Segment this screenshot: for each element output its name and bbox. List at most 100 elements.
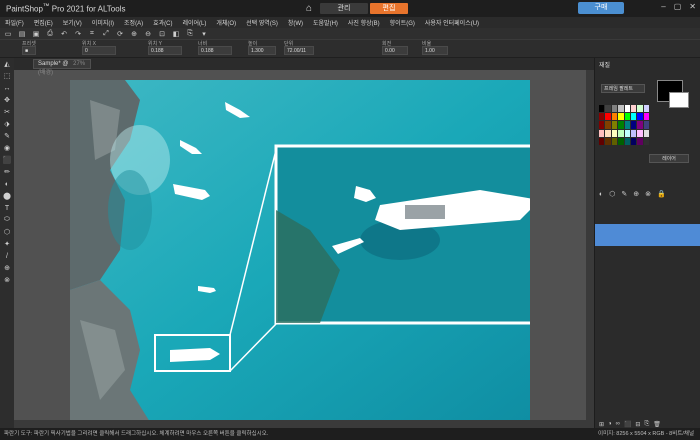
- dodge-tool-icon[interactable]: ◐: [0, 178, 14, 190]
- color-swatch[interactable]: [643, 121, 649, 129]
- color-swatch[interactable]: [624, 129, 630, 137]
- menu-file[interactable]: 파일(F): [0, 18, 29, 27]
- horizontal-scrollbar[interactable]: [14, 420, 594, 428]
- menu-adjust[interactable]: 조정(A): [119, 18, 148, 27]
- color-swatch[interactable]: [599, 129, 605, 137]
- eraser-tool-icon[interactable]: ⊗: [0, 274, 14, 286]
- paint-brush-icon[interactable]: ✎: [0, 130, 14, 142]
- background-color-swatch[interactable]: [669, 92, 689, 108]
- option-field[interactable]: 0.00: [382, 46, 408, 55]
- paste-icon[interactable]: ▾: [200, 30, 208, 38]
- color-swatch[interactable]: [611, 121, 618, 129]
- print-icon[interactable]: ⎙: [46, 30, 54, 38]
- menu-window[interactable]: 창(W): [283, 18, 308, 27]
- color-swatch[interactable]: [618, 129, 624, 137]
- color-swatch[interactable]: [624, 121, 630, 129]
- color-swatch[interactable]: [599, 113, 605, 121]
- straighten-tool-icon[interactable]: ⬗: [0, 118, 14, 130]
- color-swatch[interactable]: [605, 137, 611, 145]
- mask-icon[interactable]: ◑: [608, 421, 612, 427]
- menu-objects[interactable]: 개체(O): [211, 18, 241, 27]
- color-swatch[interactable]: [643, 113, 649, 121]
- minimize-icon[interactable]: –: [661, 2, 665, 11]
- option-field[interactable]: 0.188: [148, 46, 182, 55]
- color-swatch[interactable]: [643, 105, 649, 113]
- rotate-icon[interactable]: ⟳: [116, 30, 124, 38]
- color-swatch[interactable]: [611, 105, 618, 113]
- color-swatch[interactable]: [637, 105, 643, 113]
- resize-icon[interactable]: ⤢: [102, 30, 110, 38]
- redo-icon[interactable]: ↷: [74, 30, 82, 38]
- menu-image[interactable]: 이미지(I): [87, 18, 119, 27]
- option-field[interactable]: 1.300: [248, 46, 276, 55]
- layers-button[interactable]: 레이어: [649, 154, 689, 163]
- magic-wand-icon[interactable]: ✦: [0, 238, 14, 250]
- red-eye-icon[interactable]: ◉: [0, 142, 14, 154]
- vertical-scrollbar[interactable]: [586, 70, 594, 420]
- color-swatch[interactable]: [637, 129, 643, 137]
- color-swatch[interactable]: [630, 137, 637, 145]
- layer-edit-icon[interactable]: ✎: [621, 190, 627, 198]
- crop-tool-icon[interactable]: ✂: [0, 106, 14, 118]
- preset-shape-icon[interactable]: ⬡: [0, 226, 14, 238]
- color-swatch[interactable]: [643, 137, 649, 145]
- duplicate-icon[interactable]: ⎘: [644, 421, 649, 428]
- layer-row-selected[interactable]: [595, 224, 700, 246]
- lock-icon[interactable]: 🔒: [657, 190, 666, 198]
- pen-tool-icon[interactable]: ✏: [0, 166, 14, 178]
- color-swatch[interactable]: [611, 129, 618, 137]
- close-icon[interactable]: ✕: [689, 2, 696, 11]
- tab-edit[interactable]: 편집: [370, 3, 408, 14]
- color-swatch[interactable]: [599, 121, 605, 129]
- group-icon[interactable]: ⬛: [624, 421, 631, 428]
- save-icon[interactable]: ▣: [32, 30, 40, 38]
- color-swatch[interactable]: [618, 121, 624, 129]
- option-field[interactable]: 0: [82, 46, 116, 55]
- open-icon[interactable]: ▤: [18, 30, 26, 38]
- move-tool-icon[interactable]: ↔: [0, 82, 14, 94]
- color-swatch[interactable]: [637, 121, 643, 129]
- pan-tool-icon[interactable]: ◭: [0, 58, 14, 70]
- option-field[interactable]: 72.00/11: [284, 46, 314, 55]
- layer-add-icon[interactable]: ⊕: [633, 190, 639, 198]
- color-swatch[interactable]: [630, 121, 637, 129]
- color-swatch[interactable]: [637, 113, 643, 121]
- merge-icon[interactable]: ⊟: [635, 421, 640, 428]
- trash-icon[interactable]: 🗑: [653, 421, 661, 428]
- new-layer-icon[interactable]: ⊞: [599, 421, 604, 428]
- color-swatch[interactable]: [630, 105, 637, 113]
- color-swatch[interactable]: [618, 105, 624, 113]
- option-field[interactable]: 1.00: [422, 46, 448, 55]
- menu-help[interactable]: 도움말(H): [308, 18, 343, 27]
- home-icon[interactable]: ⌂: [302, 2, 316, 15]
- color-swatch[interactable]: [605, 105, 611, 113]
- line-tool-icon[interactable]: /: [0, 250, 14, 262]
- color-swatch[interactable]: [624, 113, 630, 121]
- layer-delete-icon[interactable]: ⊗: [645, 190, 651, 198]
- color-swatch[interactable]: [630, 113, 637, 121]
- fit-icon[interactable]: ⊡: [158, 30, 166, 38]
- menu-edit[interactable]: 편집(E): [29, 18, 58, 27]
- undo-icon[interactable]: ↶: [60, 30, 68, 38]
- link-icon[interactable]: ∞: [616, 421, 620, 427]
- layers-icon[interactable]: ◧: [172, 30, 180, 38]
- menu-enhance[interactable]: 사진 향상(B): [343, 18, 385, 27]
- color-swatch[interactable]: [630, 129, 637, 137]
- maximize-icon[interactable]: ▢: [674, 2, 682, 11]
- color-swatch[interactable]: [618, 113, 624, 121]
- color-swatch[interactable]: [599, 137, 605, 145]
- clone-tool-icon[interactable]: ⊕: [0, 262, 14, 274]
- menu-selections[interactable]: 선택 영역(S): [241, 18, 283, 27]
- image-canvas[interactable]: [70, 80, 530, 422]
- buy-button[interactable]: 구매: [578, 2, 624, 14]
- color-swatch[interactable]: [605, 121, 611, 129]
- option-field[interactable]: ■: [22, 46, 36, 55]
- menu-ui[interactable]: 사용자 인터페이스(U): [420, 18, 484, 27]
- menu-view[interactable]: 보기(V): [58, 18, 87, 27]
- pick-tool-icon[interactable]: ✥: [0, 94, 14, 106]
- color-swatch[interactable]: [599, 105, 605, 113]
- color-swatch[interactable]: [605, 129, 611, 137]
- color-swatch[interactable]: [611, 137, 618, 145]
- tab-manage[interactable]: 관리: [320, 3, 368, 14]
- zoom-in-icon[interactable]: ⊕: [130, 30, 138, 38]
